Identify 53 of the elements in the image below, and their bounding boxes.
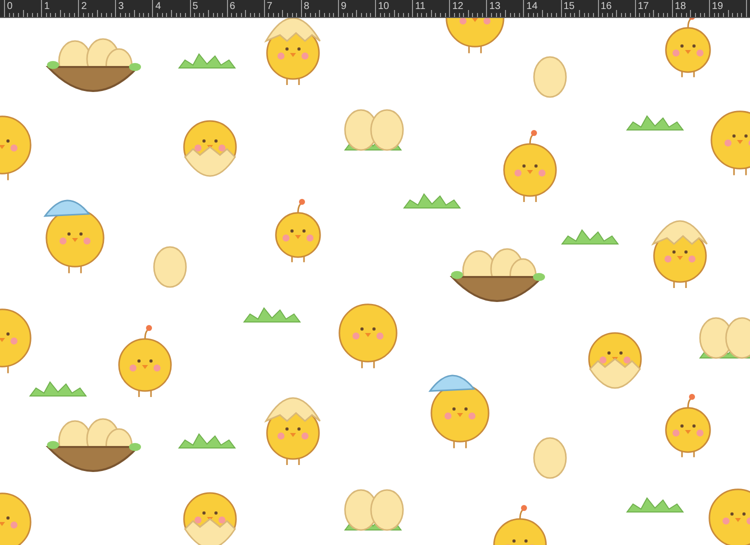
- grass-drawing: [403, 193, 461, 208]
- egg-drawing: [533, 437, 567, 479]
- ruler-number: 15: [564, 1, 575, 13]
- hatching-chick-drawing: [183, 492, 237, 545]
- ruler-number: 14: [526, 1, 538, 13]
- eggs-on-grass-drawing: [344, 489, 404, 531]
- ruler-number: 7: [266, 1, 272, 13]
- grass-drawing: [561, 229, 619, 244]
- chick-drawing: [338, 304, 398, 368]
- ruler-number: 3: [118, 1, 124, 13]
- ruler-number: 5: [192, 1, 198, 13]
- chick-in-shell-hat-drawing: [652, 220, 708, 288]
- eggs-on-grass-drawing: [699, 317, 750, 359]
- hatching-chick-drawing: [588, 332, 642, 389]
- chick-with-sprout-drawing: [493, 505, 547, 545]
- ruler-number: 17: [638, 1, 649, 13]
- chick-with-sprout-drawing: [665, 394, 711, 458]
- grass-drawing: [626, 115, 684, 130]
- chick-drawing: [0, 308, 32, 374]
- chick-drawing: [0, 116, 32, 180]
- grass-drawing: [178, 53, 236, 68]
- ruler-number: 9: [340, 1, 346, 13]
- grass-drawing: [29, 381, 87, 396]
- chick-drawing: [0, 492, 32, 545]
- ruler-number: 11: [415, 1, 426, 13]
- ruler-number: 4: [155, 1, 161, 13]
- grass-drawing: [178, 433, 236, 448]
- ruler-number: 8: [304, 1, 310, 13]
- grass-drawing: [243, 307, 301, 322]
- ruler-number: 10: [378, 1, 390, 13]
- chick-drawing: [446, 18, 504, 54]
- ruler-number: 0: [7, 1, 13, 13]
- ruler-number: 1: [44, 1, 50, 13]
- egg-drawing: [533, 56, 567, 98]
- eggs-on-grass-drawing: [344, 109, 404, 151]
- hatching-chick-drawing: [183, 120, 237, 177]
- ruler-number: 13: [489, 1, 500, 13]
- egg-drawing: [153, 246, 187, 288]
- grass-drawing: [626, 497, 684, 512]
- chick-with-sprout-drawing: [665, 18, 711, 78]
- ruler-number: 12: [452, 1, 464, 13]
- ruler-number: 2: [81, 1, 87, 13]
- ruler-number: 19: [712, 1, 724, 13]
- chick-with-sprout-drawing: [503, 130, 557, 202]
- chick-with-sprout-drawing: [118, 325, 172, 397]
- chick-drawing: [708, 488, 750, 545]
- ruler-number: 6: [230, 1, 236, 13]
- chick-in-shell-hat-drawing: [265, 397, 321, 465]
- ruler-number: 16: [600, 1, 612, 13]
- chick-with-sprout-drawing: [275, 198, 321, 262]
- chick-drawing: [710, 110, 750, 176]
- ruler-number: 18: [674, 1, 686, 13]
- chick-in-shell-hat-drawing: [265, 18, 321, 85]
